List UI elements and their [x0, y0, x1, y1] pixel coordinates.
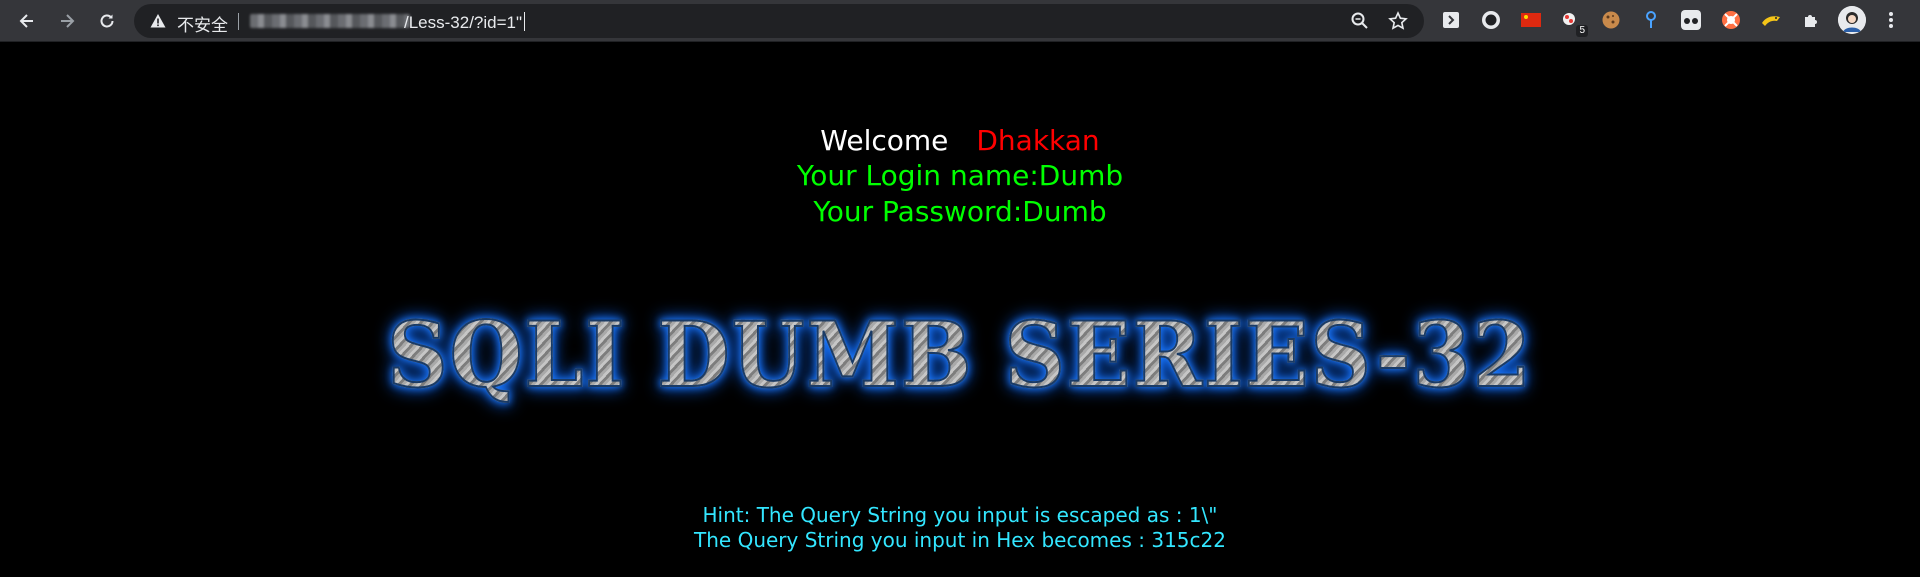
address-bar[interactable]: 不安全 /Less-32/?id=1"	[134, 4, 1424, 38]
password-line: Your Password:Dumb	[813, 195, 1107, 228]
page-content: Welcome Dhakkan Your Login name:Dumb Your…	[0, 42, 1920, 577]
browser-toolbar: 不安全 /Less-32/?id=1" 5	[0, 0, 1920, 42]
omnibox-separator	[238, 13, 239, 30]
star-icon[interactable]	[1388, 11, 1408, 31]
extension-badge: 5	[1576, 25, 1588, 37]
extension-reader-icon[interactable]	[1440, 9, 1462, 31]
hint-escaped-line: Hint: The Query String you input is esca…	[702, 503, 1218, 527]
extension-map-pin-icon[interactable]	[1640, 9, 1662, 31]
extension-lifebuoy-icon[interactable]	[1720, 9, 1742, 31]
puzzle-icon[interactable]	[1800, 9, 1822, 31]
hint-hex-line: The Query String you input in Hex become…	[694, 528, 1226, 552]
reload-icon	[100, 14, 114, 28]
extension-candy-icon[interactable]: 5	[1560, 9, 1588, 37]
magnifier-icon[interactable]	[1350, 11, 1370, 31]
arrow-left-icon	[19, 14, 33, 28]
extension-china-flag-icon[interactable]	[1520, 9, 1542, 31]
warning-triangle-icon	[150, 14, 166, 28]
extension-cookie-icon[interactable]	[1600, 9, 1622, 31]
text-caret	[524, 12, 526, 31]
welcome-user-name: Dhakkan	[976, 124, 1100, 157]
reload-button[interactable]	[92, 6, 122, 36]
url-host-redacted	[250, 14, 410, 28]
arrow-right-icon	[61, 14, 75, 28]
login-name-line: Your Login name:Dumb	[796, 159, 1124, 192]
security-label[interactable]: 不安全	[177, 11, 228, 36]
extension-owl-icon[interactable]	[1680, 9, 1702, 31]
profile-avatar[interactable]	[1838, 6, 1866, 34]
series-banner-title: SQLI DUMB SERIES-32	[67, 301, 1853, 409]
url-text[interactable]: /Less-32/?id=1"	[404, 12, 526, 33]
back-button[interactable]	[12, 6, 42, 36]
welcome-line: Welcome Dhakkan	[0, 124, 1920, 157]
kebab-menu-icon[interactable]	[1880, 9, 1902, 31]
extension-ring-icon[interactable]	[1480, 9, 1502, 31]
forward-button[interactable]	[52, 6, 82, 36]
url-path: /Less-32/?id=1"	[404, 13, 523, 32]
welcome-text: Welcome	[820, 124, 949, 157]
extension-cheetah-icon[interactable]	[1760, 9, 1782, 31]
page-scrollbar[interactable]	[1912, 43, 1920, 577]
